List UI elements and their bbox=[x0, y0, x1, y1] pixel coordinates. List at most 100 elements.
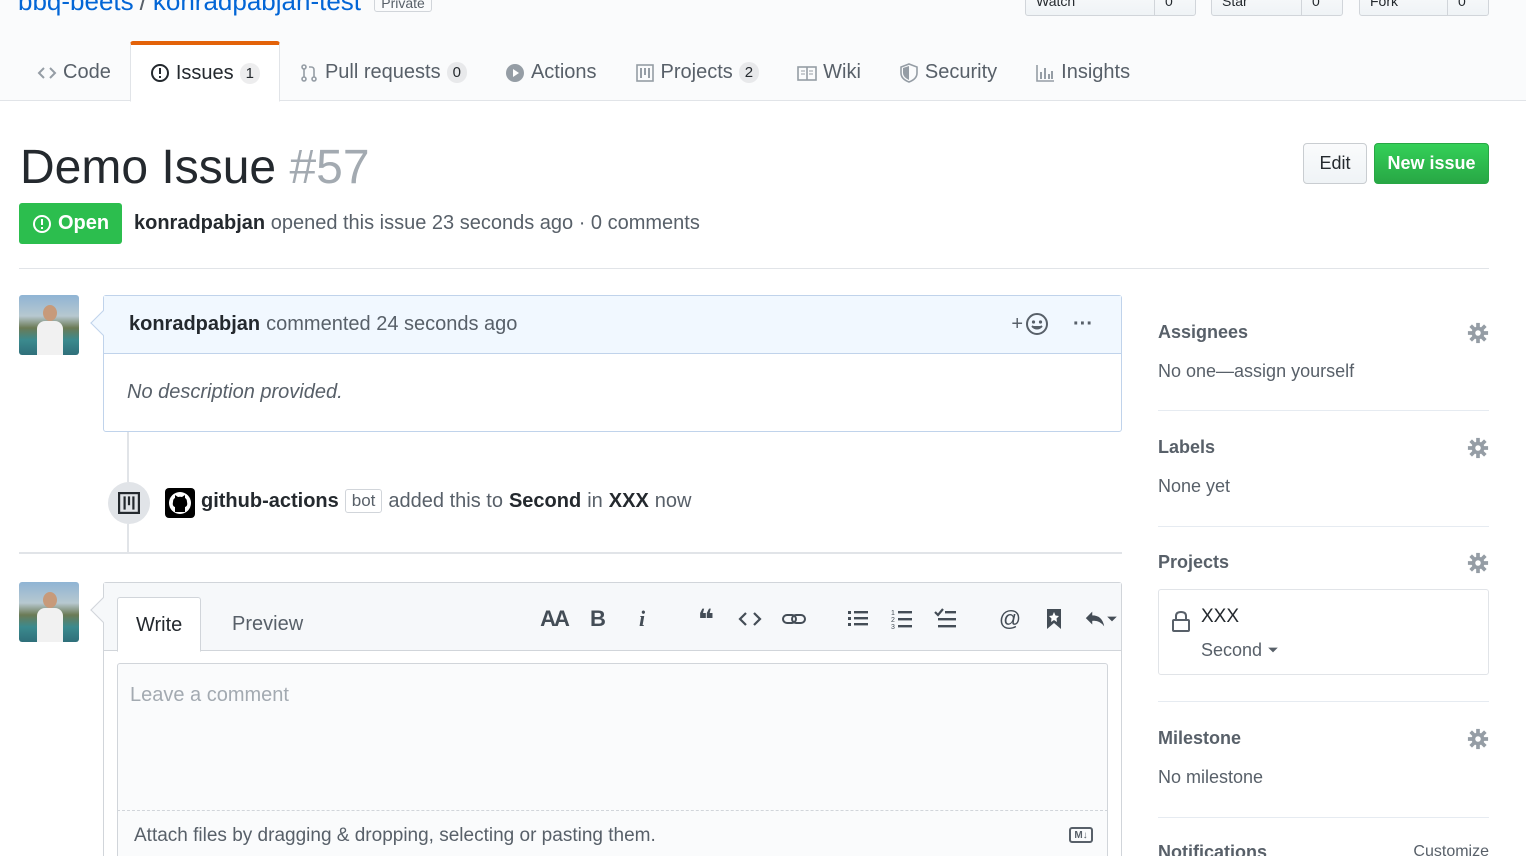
project-column-select[interactable]: Second bbox=[1201, 640, 1279, 661]
tab-insights-label: Insights bbox=[1061, 61, 1131, 83]
repo-owner-link[interactable]: bbq-beets bbox=[18, 0, 134, 16]
labels-value: None yet bbox=[1158, 476, 1231, 496]
bot-label: bot bbox=[344, 489, 383, 513]
tab-pull-requests[interactable]: Pull requests 0 bbox=[280, 41, 486, 101]
assignees-value[interactable]: No one—assign yourself bbox=[1158, 361, 1489, 382]
comment-options-button[interactable]: ··· bbox=[1073, 313, 1093, 336]
tab-code[interactable]: Code bbox=[18, 41, 130, 101]
timeline-event: github-actions bot added this to Second … bbox=[201, 489, 692, 513]
issues-counter: 1 bbox=[239, 62, 260, 84]
code-button[interactable] bbox=[728, 605, 772, 633]
gear-icon[interactable] bbox=[1467, 552, 1489, 574]
github-actions-avatar[interactable] bbox=[165, 488, 195, 518]
chevron-down-icon bbox=[1107, 616, 1117, 622]
comment-timestamp[interactable]: commented 24 seconds ago bbox=[266, 313, 517, 336]
new-issue-button[interactable]: New issue bbox=[1374, 143, 1489, 184]
play-icon bbox=[505, 63, 524, 82]
tab-wiki[interactable]: Wiki bbox=[778, 41, 880, 101]
write-tab[interactable]: Write bbox=[117, 597, 202, 652]
text-size-icon: AA bbox=[540, 606, 570, 631]
file-attachment-dropzone[interactable]: Attach files by dragging & dropping, sel… bbox=[117, 811, 1108, 856]
issue-opened-icon bbox=[150, 64, 169, 82]
graph-icon bbox=[1036, 64, 1055, 82]
mention-button[interactable]: @ bbox=[988, 605, 1032, 633]
tasklist-icon bbox=[934, 608, 956, 628]
timeline-line bbox=[127, 432, 129, 482]
tab-wiki-label: Wiki bbox=[823, 61, 861, 83]
task-list-button[interactable] bbox=[924, 605, 968, 633]
project-icon bbox=[635, 63, 654, 82]
octocat-icon bbox=[169, 492, 191, 514]
event-time[interactable]: now bbox=[655, 490, 692, 513]
code-icon bbox=[738, 612, 762, 626]
saved-replies-button[interactable] bbox=[1032, 605, 1076, 633]
add-reaction-button[interactable]: + bbox=[1011, 312, 1049, 336]
issue-state-badge: Open bbox=[19, 203, 122, 244]
tab-actions[interactable]: Actions bbox=[486, 41, 616, 101]
quote-button[interactable]: ❝ bbox=[684, 604, 728, 635]
add-reaction-plus: + bbox=[1011, 312, 1024, 335]
svg-text:3: 3 bbox=[891, 624, 895, 631]
tab-projects[interactable]: Projects 2 bbox=[616, 41, 779, 101]
watch-count[interactable]: 0 bbox=[1154, 0, 1183, 15]
customize-link[interactable]: Customize bbox=[1413, 843, 1489, 856]
comment-body: No description provided. bbox=[127, 381, 343, 403]
comment-header: konradpabjan commented 24 seconds ago + … bbox=[90, 296, 1121, 354]
fork-label[interactable]: Fork bbox=[1360, 0, 1447, 15]
watch-label[interactable]: Watch bbox=[1026, 0, 1154, 15]
event-actor-link[interactable]: github-actions bbox=[201, 490, 339, 513]
sidebar-projects: Projects XXX Second bbox=[1158, 552, 1489, 702]
preview-tab[interactable]: Preview bbox=[214, 597, 321, 652]
divider bbox=[19, 552, 1122, 554]
gear-icon[interactable] bbox=[1467, 728, 1489, 750]
event-text-added: added this to bbox=[388, 489, 503, 512]
code-icon bbox=[37, 66, 57, 79]
tab-security[interactable]: Security bbox=[880, 41, 1016, 101]
project-name-link[interactable]: XXX bbox=[1201, 606, 1239, 628]
project-card: XXX Second bbox=[1158, 589, 1489, 675]
list-unordered-icon bbox=[848, 611, 868, 626]
assignees-title: Assignees bbox=[1158, 322, 1249, 342]
markdown-icon[interactable]: M↓ bbox=[1069, 827, 1093, 843]
comment-textarea[interactable]: Leave a comment bbox=[117, 663, 1108, 811]
watch-button[interactable]: Watch 0 bbox=[1025, 0, 1196, 16]
issue-author-link[interactable]: konradpabjan bbox=[134, 212, 265, 234]
bold-button[interactable]: B bbox=[576, 605, 620, 633]
git-pull-request-icon bbox=[301, 63, 317, 82]
ordered-list-button[interactable]: 123 bbox=[880, 605, 924, 633]
repo-name-link[interactable]: konradpabjan-test bbox=[153, 0, 361, 16]
fork-count[interactable]: 0 bbox=[1447, 0, 1476, 15]
star-count[interactable]: 0 bbox=[1301, 0, 1330, 15]
svg-text:1: 1 bbox=[891, 610, 895, 617]
header-button[interactable]: AA bbox=[532, 605, 576, 633]
chevron-down-icon bbox=[1268, 647, 1278, 653]
star-button[interactable]: Star 0 bbox=[1211, 0, 1343, 16]
edit-button[interactable]: Edit bbox=[1303, 143, 1367, 184]
fork-button[interactable]: Fork 0 bbox=[1359, 0, 1489, 16]
star-label[interactable]: Star bbox=[1212, 0, 1301, 15]
italic-icon: i bbox=[638, 606, 646, 631]
issue-opened-icon bbox=[32, 214, 51, 233]
italic-button[interactable]: i bbox=[620, 605, 664, 633]
tab-issues[interactable]: Issues 1 bbox=[129, 41, 280, 102]
comment-author-link[interactable]: konradpabjan bbox=[129, 313, 260, 336]
link-button[interactable] bbox=[772, 605, 816, 633]
gear-icon[interactable] bbox=[1467, 322, 1489, 344]
bold-icon: B bbox=[590, 606, 606, 631]
issue-title-text: Demo Issue bbox=[20, 141, 277, 194]
tab-pulls-label: Pull requests bbox=[324, 61, 441, 83]
project-event-badge bbox=[108, 482, 150, 524]
reply-icon bbox=[1085, 611, 1105, 627]
labels-title: Labels bbox=[1158, 437, 1216, 457]
smiley-icon bbox=[1026, 313, 1049, 335]
issue-title: Demo Issue #57 bbox=[20, 140, 370, 195]
unordered-list-button[interactable] bbox=[836, 605, 880, 633]
avatar[interactable] bbox=[19, 582, 79, 642]
pulls-counter: 0 bbox=[446, 62, 467, 83]
gear-icon[interactable] bbox=[1467, 437, 1489, 459]
avatar[interactable] bbox=[19, 295, 79, 355]
event-project-link[interactable]: XXX bbox=[609, 490, 649, 513]
reply-button[interactable] bbox=[1076, 605, 1126, 633]
comment-form: Write Preview AA B i ❝ 123 @ Leave a com… bbox=[90, 582, 1122, 856]
tab-insights[interactable]: Insights bbox=[1016, 41, 1149, 101]
